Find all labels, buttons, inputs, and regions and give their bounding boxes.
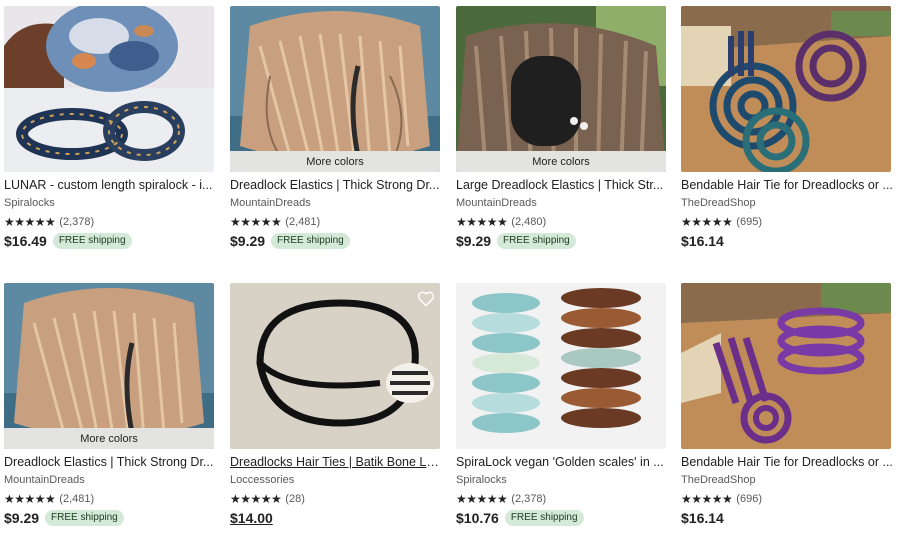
listing-card[interactable]: LUNAR - custom length spiralock - i... S…	[4, 6, 216, 249]
rating: ★★★★★ (28)	[230, 492, 442, 505]
free-shipping-badge: FREE shipping	[45, 510, 124, 526]
listing-card[interactable]: SpiraLock vegan 'Golden scales' in ... S…	[456, 283, 668, 526]
listing-title[interactable]: Large Dreadlock Elastics | Thick Str...	[456, 178, 668, 193]
listing-title[interactable]: Dreadlock Elastics | Thick Strong Dr...	[230, 178, 442, 193]
listing-title[interactable]: Dreadlocks Hair Ties | Batik Bone Lo...	[230, 455, 442, 470]
listing-title[interactable]: LUNAR - custom length spiralock - i...	[4, 178, 216, 193]
price-line: $16.14	[681, 510, 893, 526]
more-colors-label: More colors	[456, 151, 666, 172]
listing-title[interactable]: SpiraLock vegan 'Golden scales' in ...	[456, 455, 668, 470]
listing-card[interactable]: More colors Dreadlock Elastics | Thick S…	[230, 6, 442, 249]
shop-name: Loccessories	[230, 474, 295, 486]
price-line: $14.00	[230, 510, 442, 526]
listing-image[interactable]: More colors	[4, 283, 214, 449]
review-count: (28)	[285, 492, 305, 505]
review-count: (695)	[736, 215, 762, 228]
star-rating-icon: ★★★★★	[681, 491, 733, 506]
price: $9.29	[456, 233, 492, 249]
free-shipping-badge: FREE shipping	[497, 233, 576, 249]
more-colors-label: More colors	[4, 428, 214, 449]
listing-card[interactable]: Dreadlocks Hair Ties | Batik Bone Lo... …	[230, 283, 442, 526]
shop-name: TheDreadShop	[681, 474, 756, 486]
listing-card[interactable]: Bendable Hair Tie for Dreadlocks or ... …	[681, 6, 893, 249]
shop-name: MountainDreads	[4, 474, 85, 486]
price: $10.76	[456, 510, 499, 526]
review-count: (2,481)	[59, 492, 95, 505]
rating: ★★★★★ (695)	[681, 215, 893, 228]
price-line: $9.29 FREE shipping	[4, 510, 216, 526]
review-count: (2,378)	[511, 492, 547, 505]
listing-card[interactable]: More colors Large Dreadlock Elastics | T…	[456, 6, 668, 249]
star-rating-icon: ★★★★★	[4, 214, 56, 229]
rating: ★★★★★ (2,481)	[230, 215, 442, 228]
price: $16.49	[4, 233, 47, 249]
review-count: (2,480)	[511, 215, 547, 228]
price-line: $9.29 FREE shipping	[230, 233, 442, 249]
more-colors-label: More colors	[230, 151, 440, 172]
listing-image[interactable]	[4, 6, 214, 172]
rating: ★★★★★ (2,481)	[4, 492, 216, 505]
star-rating-icon: ★★★★★	[4, 491, 56, 506]
free-shipping-badge: FREE shipping	[504, 510, 584, 526]
listing-title[interactable]: Bendable Hair Tie for Dreadlocks or ...	[681, 455, 893, 470]
star-rating-icon: ★★★★★	[230, 491, 282, 506]
price-line: $9.29 FREE shipping	[456, 233, 668, 249]
shop-name: MountainDreads	[456, 197, 537, 209]
rating: ★★★★★ (2,480)	[456, 215, 668, 228]
listing-title[interactable]: Dreadlock Elastics | Thick Strong Dr...	[4, 455, 216, 470]
shop-name: Spiralocks	[456, 474, 507, 486]
rating: ★★★★★ (2,378)	[456, 492, 668, 505]
price-line: $16.14	[681, 233, 893, 249]
listing-image[interactable]	[681, 283, 891, 449]
review-count: (2,481)	[285, 215, 321, 228]
price: $9.29	[4, 510, 40, 526]
listing-image[interactable]	[456, 283, 666, 449]
listing-card[interactable]: More colors Dreadlock Elastics | Thick S…	[4, 283, 216, 526]
free-shipping-badge: FREE shipping	[271, 233, 350, 249]
star-rating-icon: ★★★★★	[456, 491, 508, 506]
listing-image[interactable]	[230, 283, 440, 449]
price: $16.14	[681, 233, 724, 249]
price-line: $16.49 FREE shipping	[4, 233, 216, 249]
shop-name: TheDreadShop	[681, 197, 756, 209]
price: $16.14	[681, 510, 724, 526]
rating: ★★★★★ (2,378)	[4, 215, 216, 228]
star-rating-icon: ★★★★★	[681, 214, 733, 229]
listing-image[interactable]: More colors	[456, 6, 666, 172]
listing-image[interactable]	[681, 6, 891, 172]
price: $9.29	[230, 233, 266, 249]
listing-title[interactable]: Bendable Hair Tie for Dreadlocks or ...	[681, 178, 893, 193]
shop-name: MountainDreads	[230, 197, 311, 209]
rating: ★★★★★ (696)	[681, 492, 893, 505]
shop-name: Spiralocks	[4, 197, 55, 209]
listing-card[interactable]: Bendable Hair Tie for Dreadlocks or ... …	[681, 283, 893, 526]
price: $14.00	[230, 510, 273, 526]
free-shipping-badge: FREE shipping	[52, 233, 132, 249]
price-line: $10.76 FREE shipping	[456, 510, 668, 526]
listing-image[interactable]: More colors	[230, 6, 440, 172]
star-rating-icon: ★★★★★	[456, 214, 508, 229]
review-count: (696)	[736, 492, 762, 505]
favorite-heart-icon[interactable]	[416, 289, 436, 309]
review-count: (2,378)	[59, 215, 95, 228]
star-rating-icon: ★★★★★	[230, 214, 282, 229]
